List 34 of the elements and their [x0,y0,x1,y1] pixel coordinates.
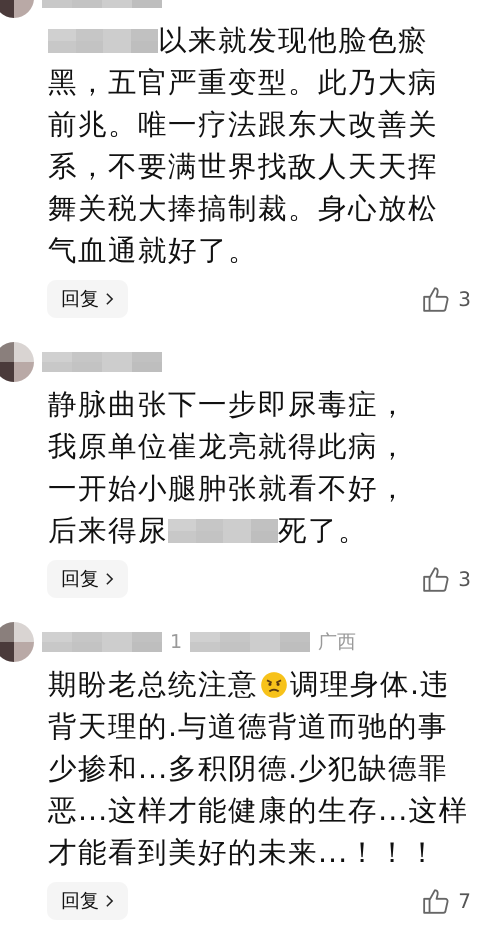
comment-text: 气血通就好了。 [48,233,258,269]
author-info: 广西 [318,630,356,655]
comment-text: 我原单位崔龙亮就得此病， [48,429,408,465]
comment-text: 后来得尿 [48,513,168,549]
author-info: 1 [170,631,182,653]
comment-text: 舞关税大捧搞制裁。身心放松 [48,191,438,227]
thumbs-up-icon[interactable] [422,887,450,915]
chevron-icon [105,894,114,908]
comment-text: 死了。 [278,513,368,549]
reply-button[interactable]: 回复 [47,280,128,318]
reply-button[interactable]: 回复 [47,882,128,920]
comment-text: 黑，五官严重变型。此乃大病 [48,65,438,101]
comment-text: 少掺和...多积阴德.少犯缺德罪 [48,751,448,787]
comment-text: 期盼老总统注意 [48,667,258,703]
angry-face-icon [260,671,288,699]
avatar [0,622,34,662]
comment-text: 恶...这样才能健康的生存...这样 [48,793,468,829]
like-count: 7 [458,889,471,913]
comment-text: 以来就发现他脸色瘀 [158,23,428,59]
like-count: 3 [458,567,471,591]
comment-text: 一开始小腿肿张就看不好， [48,471,408,507]
chevron-icon [105,572,114,586]
comment-text: 静脉曲张下一步即尿毒症， [48,387,408,423]
comment-text: 背天理的.与道德背道而驰的事 [48,709,448,745]
comment-text: 前兆。唯一疗法跟东大改善关 [48,107,438,143]
avatar [0,342,34,382]
like-count: 3 [458,287,471,311]
comment-text: 才能看到美好的未来...！！！ [48,835,438,871]
thumbs-up-icon[interactable] [422,285,450,313]
comment-text: 调理身体.违 [290,667,450,703]
comment-text: 系，不要满世界找敌人天天挥 [48,149,438,185]
chevron-icon [105,292,114,306]
reply-button[interactable]: 回复 [47,560,128,598]
thumbs-up-icon[interactable] [422,565,450,593]
